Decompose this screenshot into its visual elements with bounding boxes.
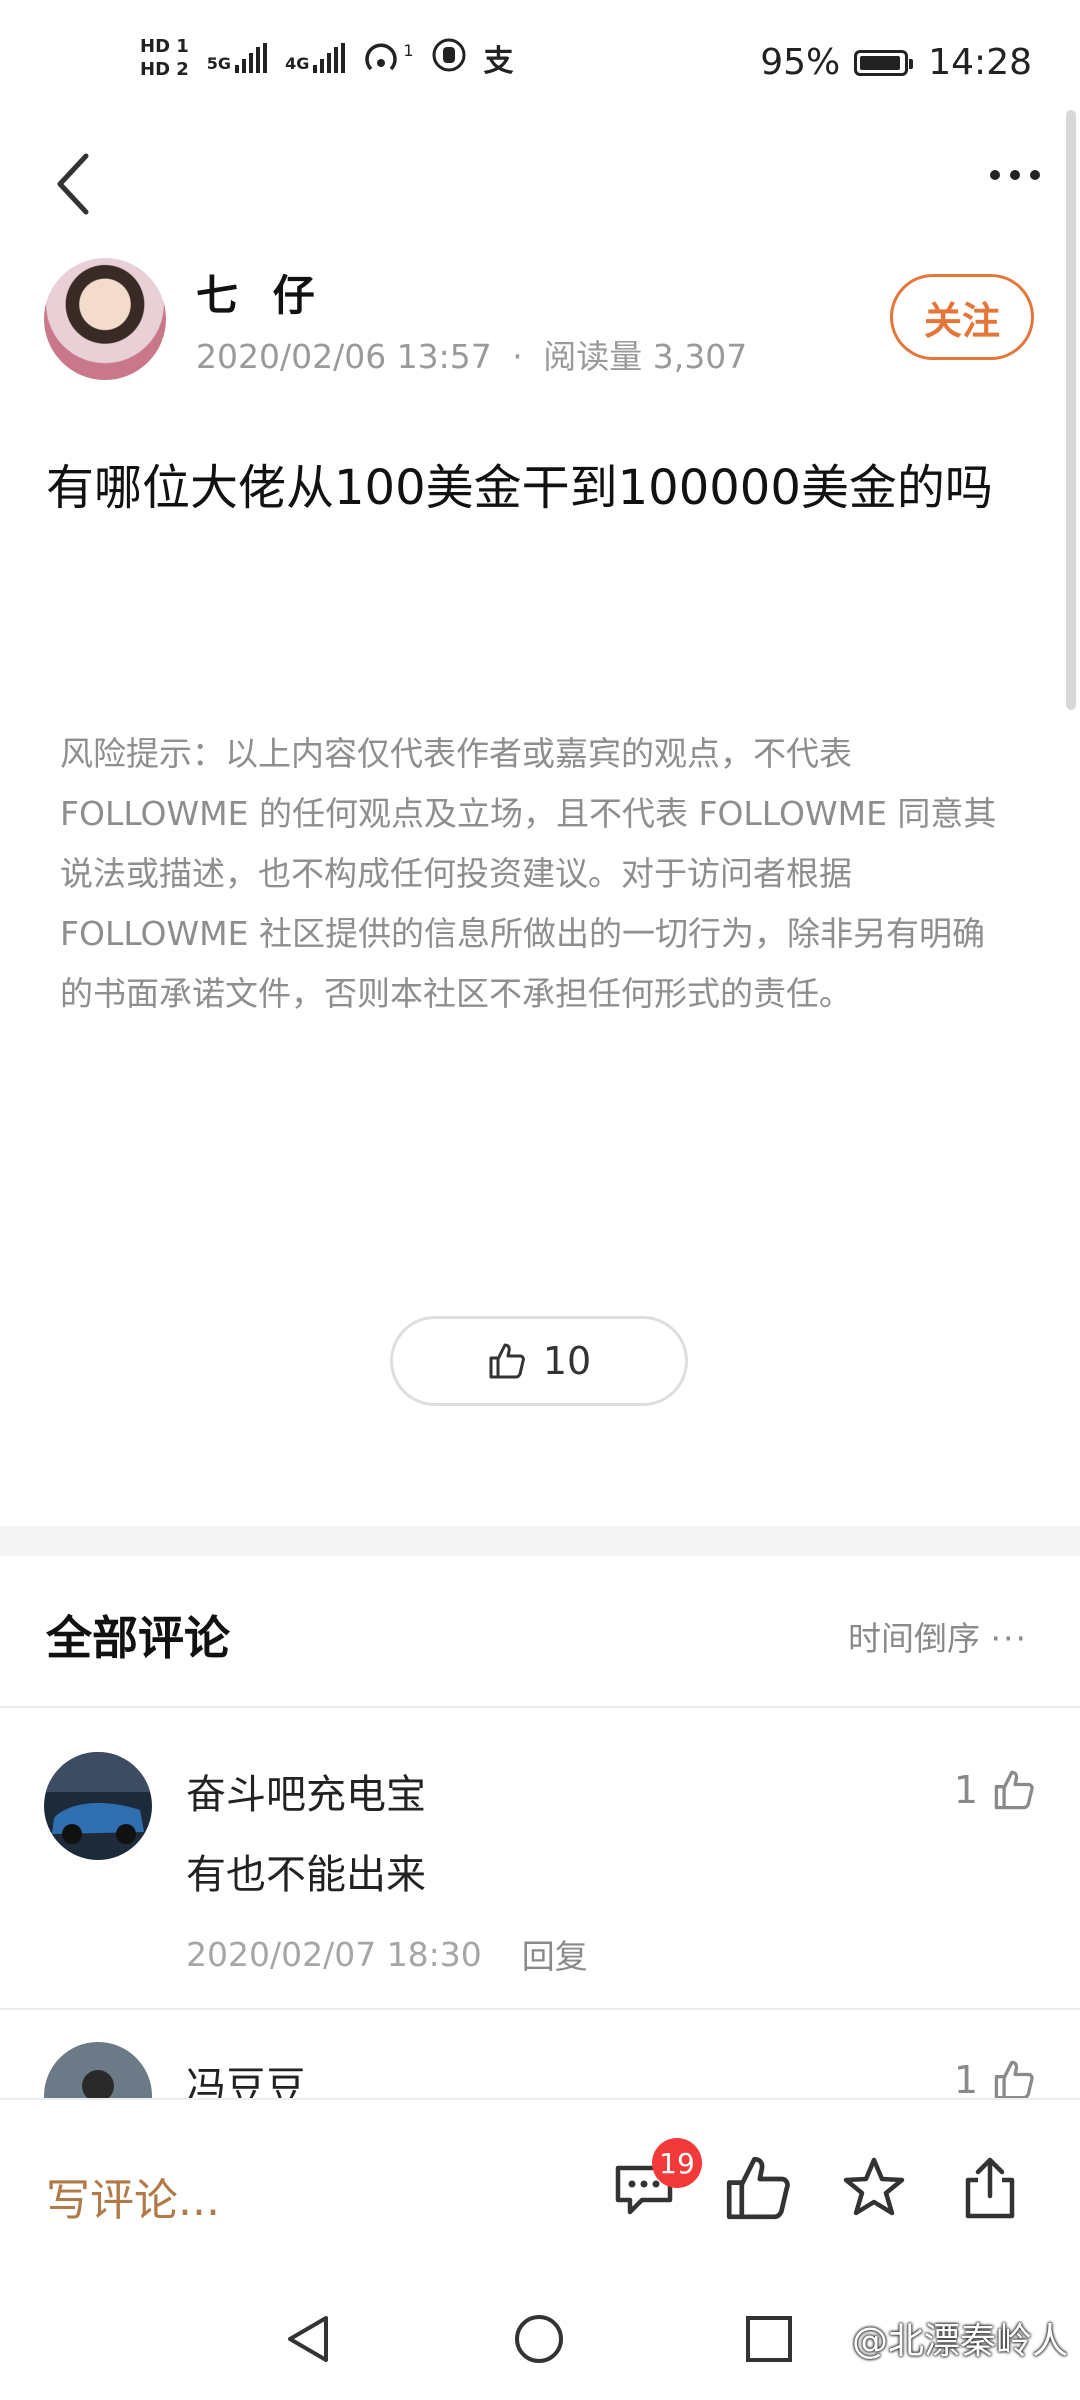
thumb-up-icon [726, 2156, 790, 2220]
author-name[interactable]: 七 仔 [196, 262, 325, 323]
hotspot-count: 1 [403, 41, 414, 60]
comment-time: 2020/02/07 18:30 [186, 1934, 482, 1974]
comment-author[interactable]: 奋斗吧充电宝 [186, 1762, 426, 1820]
post-title: 有哪位大佬从100美金干到100000美金的吗 [46, 460, 993, 516]
comment-like-button[interactable]: 1 [954, 1768, 1036, 1812]
comment-like-count: 1 [953, 1768, 978, 1812]
nav-home-icon [515, 2315, 563, 2363]
divider [0, 1706, 1080, 1708]
scrollbar[interactable] [1066, 110, 1076, 710]
hotspot-icon: 1 [363, 41, 414, 75]
sim2-label: HD 2 [140, 59, 189, 80]
battery-percent: 95% [760, 42, 841, 83]
post-views: 阅读量 3,307 [543, 337, 748, 376]
sort-more-icon: ··· [990, 1619, 1028, 1658]
sort-button[interactable]: 时间倒序 ··· [848, 1612, 1028, 1660]
nav-recent-button[interactable] [744, 2314, 794, 2368]
hand-icon [432, 38, 466, 78]
status-icons: HD 1 HD 2 5G 4G 1 支 [140, 36, 514, 80]
comment-like-count: 1 [953, 2058, 978, 2102]
nav-home-button[interactable] [512, 2312, 566, 2370]
comment-count-badge: 19 [652, 2138, 702, 2188]
comment-like-button[interactable]: 1 [954, 2058, 1036, 2102]
follow-button[interactable]: 关注 [890, 274, 1034, 360]
signal-5g-icon: 5G [206, 43, 268, 73]
watermark: @北漂秦岭人 [851, 2321, 1068, 2362]
battery-icon [854, 49, 914, 76]
comments-title: 全部评论 [46, 1611, 230, 1665]
alipay-icon: 支 [483, 44, 514, 79]
share-button[interactable] [954, 2152, 1026, 2224]
like-button[interactable] [722, 2152, 794, 2224]
nav-recent-icon [746, 2316, 792, 2362]
reply-button[interactable]: 回复 [522, 1930, 588, 1978]
net2-label: 4G [285, 54, 310, 73]
status-bar: HD 1 HD 2 5G 4G 1 支 95% 14:28 [0, 0, 1080, 120]
net1-label: 5G [206, 54, 232, 73]
back-arrow-icon [57, 153, 89, 215]
comment-avatar[interactable] [44, 1752, 152, 1860]
nav-back-icon [288, 2316, 328, 2362]
risk-notice: 风险提示：以上内容仅代表作者或嘉宾的观点，不代表 FOLLOWME 的任何观点及… [60, 734, 997, 1013]
post-like-button[interactable]: 10 [390, 1316, 688, 1406]
back-button[interactable] [52, 152, 96, 216]
star-icon [843, 2157, 905, 2216]
clock: 14:28 [928, 42, 1032, 83]
comment-footer: 2020/02/07 18:30 回复 [186, 1930, 588, 1978]
sort-label: 时间倒序 [848, 1619, 981, 1658]
favorite-button[interactable] [838, 2152, 910, 2224]
thumb-up-icon [489, 1343, 525, 1379]
meta-separator: · [512, 337, 523, 376]
post-like-count: 10 [542, 1339, 592, 1383]
author-avatar[interactable] [44, 258, 166, 380]
more-icon [990, 170, 1040, 180]
status-right: 95% 14:28 [760, 42, 1032, 83]
nav-back-button[interactable] [282, 2312, 336, 2370]
section-divider [0, 1526, 1080, 1556]
thumb-up-icon [994, 2060, 1034, 2100]
signal-4g-icon: 4G [285, 43, 346, 73]
write-comment-input[interactable]: 写评论... [46, 2164, 220, 2228]
more-button[interactable] [990, 170, 1040, 180]
share-icon [965, 2157, 1015, 2219]
post-meta: 2020/02/06 13:57 · 阅读量 3,307 [196, 330, 747, 378]
thumb-up-icon [994, 1770, 1034, 1810]
divider [0, 2008, 1080, 2010]
comment-text: 有也不能出来 [186, 1852, 426, 1898]
sim1-label: HD 1 [140, 36, 189, 57]
post-date: 2020/02/06 13:57 [196, 337, 492, 376]
